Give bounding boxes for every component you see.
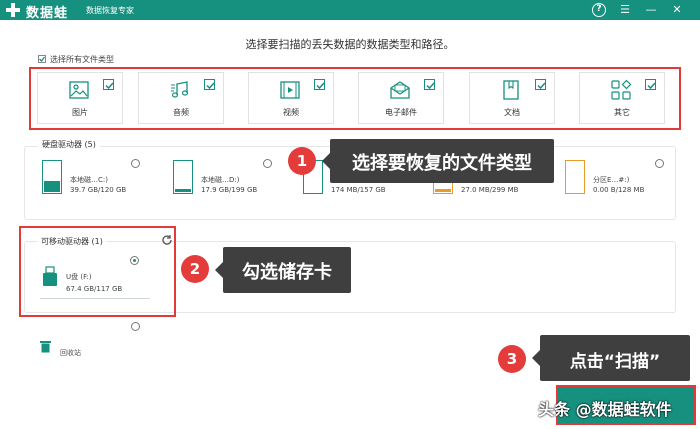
type-document-label: 文档 — [504, 108, 520, 117]
usb-drive-radio[interactable] — [130, 256, 139, 265]
type-image-checkbox[interactable] — [103, 79, 114, 90]
close-button[interactable]: ✕ — [669, 2, 685, 18]
watermark: 头条 @数据蛙软件 — [538, 400, 672, 419]
drive-partition-size: 0.00 B/128 MB — [593, 186, 645, 194]
help-icon[interactable]: ? — [592, 3, 606, 17]
drive-partition-icon — [565, 160, 585, 194]
step-1-callout: 选择要恢复的文件类型 — [322, 139, 554, 183]
select-all-checkbox[interactable]: 选择所有文件类型 — [38, 54, 114, 65]
select-all-check-icon — [38, 54, 46, 63]
usb-drive-icon — [43, 266, 57, 286]
trash-icon — [40, 341, 51, 353]
recycle-bin-radio[interactable] — [131, 322, 140, 331]
drive-partition[interactable]: 分区E…#:) 0.00 B/128 MB — [565, 160, 655, 200]
step-1-text: 选择要恢复的文件类型 — [352, 153, 532, 174]
drive-d-usage-fill — [175, 189, 191, 192]
drive-partition-name: 分区E…#:) — [593, 176, 630, 184]
refresh-icon[interactable] — [161, 234, 173, 246]
removable-title: 可移动驱动器 (1) — [38, 236, 106, 247]
usb-drive-size: 67.4 GB/117 GB — [66, 285, 123, 293]
drive-d-radio[interactable] — [263, 159, 272, 168]
music-icon — [171, 81, 189, 98]
type-email-label: 电子邮件 — [385, 108, 417, 117]
drive-c[interactable]: 本地磁…C:) 39.7 GB/120 GB — [42, 160, 137, 200]
app-name: 数据蛙 — [26, 6, 69, 21]
usb-drive-name: U盘 (F:) — [66, 273, 92, 281]
app-logo-icon — [6, 3, 20, 17]
image-icon — [69, 81, 89, 99]
step-2-text: 勾选储存卡 — [242, 262, 332, 283]
drive-c-usage-fill — [44, 181, 60, 192]
drive-d-icon — [173, 160, 193, 194]
type-card-other[interactable]: 其它 — [579, 72, 665, 124]
type-card-document[interactable]: 文档 — [469, 72, 555, 124]
email-icon — [390, 81, 410, 99]
drive-c-size: 39.7 GB/120 GB — [70, 186, 127, 194]
type-audio-label: 音频 — [173, 108, 189, 117]
minimize-button[interactable]: — — [643, 2, 659, 18]
select-all-label: 选择所有文件类型 — [50, 55, 114, 64]
drive-d-name: 本地磁…D:) — [201, 176, 240, 184]
app-subtitle: 数据恢复专家 — [86, 6, 134, 15]
drive-f-usage-fill — [435, 189, 451, 192]
type-card-audio[interactable]: 音频 — [138, 72, 224, 124]
drive-f-size: 27.0 MB/299 MB — [461, 186, 519, 194]
drive-c-name: 本地磁…C:) — [70, 176, 108, 184]
type-video-label: 视频 — [283, 108, 299, 117]
step-3-text: 点击“扫描” — [569, 352, 661, 372]
type-image-label: 图片 — [72, 108, 88, 117]
drive-c-radio[interactable] — [131, 159, 140, 168]
usb-drive-usage-bar — [40, 298, 150, 299]
recycle-bin-label: 回收站 — [60, 349, 81, 357]
drive-d[interactable]: 本地磁…D:) 17.9 GB/199 GB — [173, 160, 268, 200]
drive-e-size: 174 MB/157 GB — [331, 186, 386, 194]
type-card-image[interactable]: 图片 — [37, 72, 123, 124]
type-other-label: 其它 — [614, 108, 630, 117]
step-2-callout: 勾选储存卡 — [215, 247, 351, 293]
type-email-checkbox[interactable] — [424, 79, 435, 90]
video-icon — [280, 81, 300, 99]
type-card-email[interactable]: 电子邮件 — [358, 72, 444, 124]
type-card-video[interactable]: 视频 — [248, 72, 334, 124]
step-2-badge: 2 — [181, 255, 209, 283]
drive-c-icon — [42, 160, 62, 194]
step-1-badge: 1 — [288, 147, 316, 175]
hard-disk-title: 硬盘驱动器 (5) — [38, 139, 100, 150]
drive-d-size: 17.9 GB/199 GB — [201, 186, 258, 194]
step-3-callout: 点击“扫描” — [532, 335, 690, 381]
document-icon — [503, 80, 519, 100]
other-icon — [611, 79, 632, 100]
title-bar: 数据蛙 数据恢复专家 ? ☰ — ✕ — [0, 0, 700, 21]
page-heading: 选择要扫描的丢失数据的数据类型和路径。 — [245, 38, 455, 51]
step-3-badge: 3 — [498, 345, 526, 373]
type-video-checkbox[interactable] — [314, 79, 325, 90]
menu-icon[interactable]: ☰ — [617, 2, 633, 18]
type-document-checkbox[interactable] — [535, 79, 546, 90]
type-other-checkbox[interactable] — [645, 79, 656, 90]
drive-partition-radio[interactable] — [655, 159, 664, 168]
type-audio-checkbox[interactable] — [204, 79, 215, 90]
